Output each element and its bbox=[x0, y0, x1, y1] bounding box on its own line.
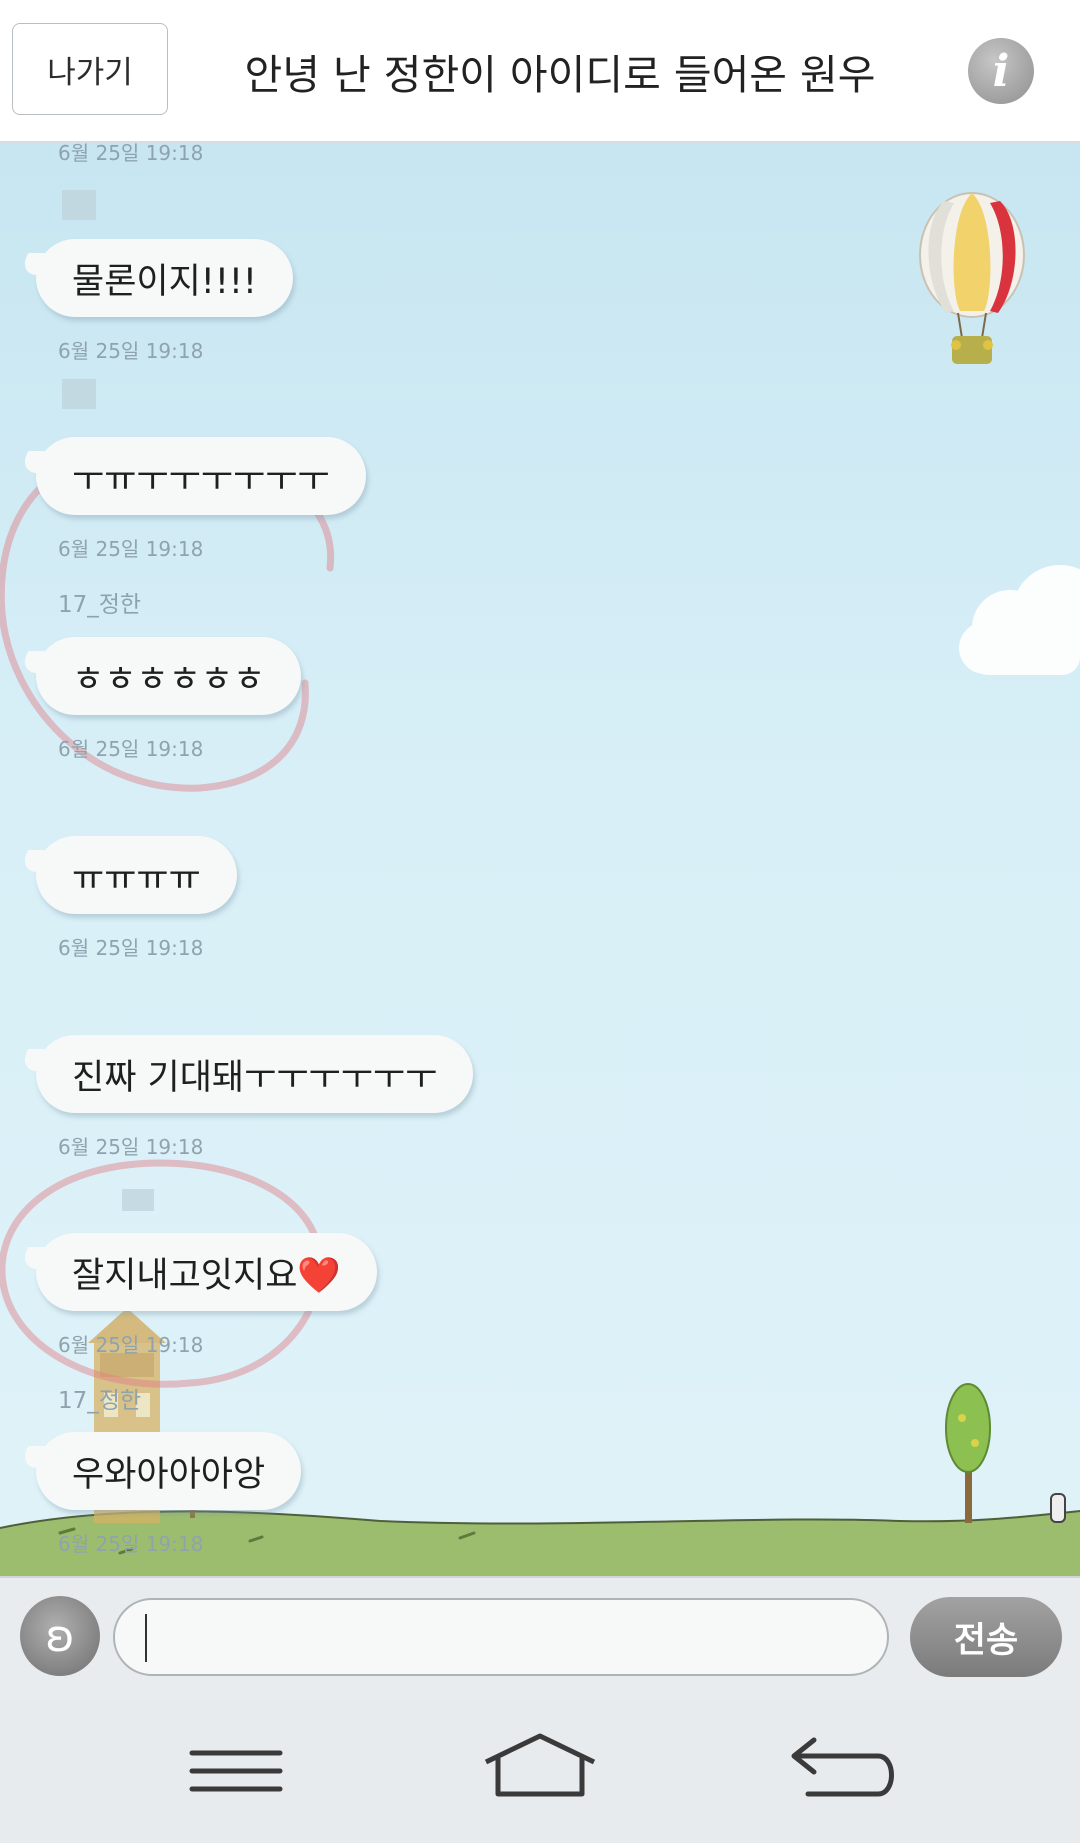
sender-avatar-tag bbox=[62, 190, 96, 220]
chat-header: 나가기 안녕 난 정한이 아이디로 들어온 원우 i bbox=[0, 0, 1080, 143]
message-bubble[interactable]: 우와아아아앙 bbox=[36, 1432, 302, 1510]
message-input-bar: ʚ 전송 bbox=[0, 1576, 1080, 1700]
message-timestamp: 6월 25일 19:18 bbox=[58, 537, 204, 561]
message-timestamp: 6월 25일 19:18 bbox=[58, 339, 204, 363]
home-icon[interactable] bbox=[480, 1728, 600, 1808]
ear-icon[interactable]: ʚ bbox=[20, 1596, 100, 1676]
message-timestamp: 6월 25일 19:18 bbox=[58, 143, 204, 165]
sender-avatar-tag bbox=[122, 1189, 154, 1211]
message-timestamp: 6월 25일 19:18 bbox=[58, 1333, 204, 1357]
message-bubble[interactable]: 잘지내고잇지요❤️ bbox=[36, 1233, 377, 1311]
message-input[interactable] bbox=[113, 1598, 889, 1676]
cloud-decoration bbox=[959, 565, 1080, 675]
message-timestamp: 6월 25일 19:18 bbox=[58, 1135, 204, 1159]
back-icon[interactable] bbox=[786, 1732, 906, 1812]
sender-name: 17_정한 bbox=[58, 592, 142, 618]
info-icon[interactable]: i bbox=[968, 38, 1034, 104]
message-bubble[interactable]: ㅎㅎㅎㅎㅎㅎ bbox=[36, 637, 302, 715]
menu-icon[interactable] bbox=[186, 1738, 286, 1808]
sender-avatar-tag bbox=[62, 379, 96, 409]
message-bubble[interactable]: 진짜 기대돼ㅜㅜㅜㅜㅜㅜ bbox=[36, 1035, 474, 1113]
message-timestamp: 6월 25일 19:18 bbox=[58, 737, 204, 761]
send-button[interactable]: 전송 bbox=[910, 1597, 1062, 1677]
message-bubble[interactable]: 물론이지!!!! bbox=[36, 239, 293, 317]
message-timestamp: 6월 25일 19:18 bbox=[58, 1532, 204, 1556]
balloon-decoration bbox=[919, 192, 1025, 364]
scrollbar-thumb[interactable] bbox=[1050, 1493, 1066, 1523]
text-caret bbox=[145, 1614, 147, 1662]
sender-name: 17_정한 bbox=[58, 1388, 142, 1414]
chat-room-title: 안녕 난 정한이 아이디로 들어온 원우 bbox=[244, 50, 876, 99]
chat-message-list[interactable]: 6월 25일 19:18 물론이지!!!! 6월 25일 19:18 ㅜㅠㅜㅜㅜ… bbox=[0, 143, 1080, 1576]
message-bubble[interactable]: ㅜㅠㅜㅜㅜㅜㅜㅜ bbox=[36, 437, 366, 515]
system-nav-bar bbox=[0, 1698, 1080, 1843]
message-bubble[interactable]: ㅠㅠㅠㅠ bbox=[36, 836, 237, 914]
message-timestamp: 6월 25일 19:18 bbox=[58, 936, 204, 960]
tree-decoration bbox=[945, 1383, 991, 1523]
exit-button[interactable]: 나가기 bbox=[12, 23, 168, 115]
